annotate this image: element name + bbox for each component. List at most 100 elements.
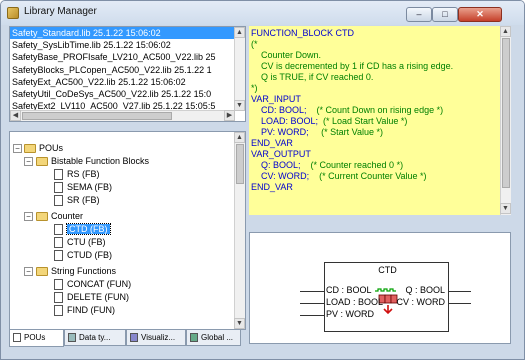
library-list-horizontal-scrollbar[interactable]: ◀ ▶ [10, 110, 235, 121]
scroll-down-icon[interactable]: ▼ [234, 100, 245, 111]
code-line: *) [251, 83, 258, 93]
tree-item[interactable]: SEMA (FB) [54, 181, 112, 194]
scroll-left-icon[interactable]: ◀ [10, 110, 21, 121]
tree-item[interactable]: CTUD (FB) [54, 249, 112, 262]
tree-item[interactable]: DELETE (FUN) [54, 291, 129, 304]
tree-item[interactable]: CONCAT (FUN) [54, 278, 131, 291]
folder-icon [24, 144, 36, 154]
input-pin-label: PV : WORD [326, 309, 375, 319]
declaration-editor[interactable]: FUNCTION_BLOCK CTD (* Counter Down. CV is… [249, 26, 511, 215]
tree-vertical-scrollbar[interactable]: ▲ ▼ [234, 132, 245, 329]
library-item[interactable]: Safety_Standard.lib 25.1.22 15:06:02 [10, 27, 245, 40]
tree-item[interactable]: CTU (FB) [54, 236, 106, 249]
library-item[interactable]: SafetyBase_PROFIsafe_LV210_AC500_V22.lib… [10, 51, 245, 63]
tab-label: Global ... [201, 333, 234, 342]
tree-item-label: RS (FB) [67, 169, 100, 180]
pou-document-icon [54, 279, 63, 291]
title-bar[interactable]: Library Manager – □ ✕ [1, 1, 524, 25]
close-button[interactable]: ✕ [458, 7, 502, 22]
pou-document-icon [54, 292, 63, 304]
tab-data-ty[interactable]: Data ty... [64, 330, 126, 346]
data-type-icon [68, 333, 76, 343]
code-line: FUNCTION_BLOCK CTD [251, 28, 355, 38]
input-wire [300, 303, 324, 304]
library-list-vertical-scrollbar[interactable]: ▲ ▼ [234, 27, 245, 111]
output-wire [449, 291, 471, 292]
library-manager-icon [7, 7, 19, 19]
tab-label: Visualiz... [141, 333, 176, 342]
code-line: Q: BOOL; (* Counter reached 0 *) [251, 160, 404, 170]
tree-item-label: DELETE (FUN) [67, 292, 130, 303]
status-bar [1, 348, 524, 359]
pou-tree[interactable]: POUs − − Bistable Function Blocks RS (FB) SEM… [9, 131, 246, 330]
library-item[interactable]: Safety_SysLibTime.lib 25.1.22 15:06:02 [10, 39, 245, 51]
global-icon [190, 333, 198, 343]
tree-root[interactable]: POUs [24, 142, 63, 155]
tab-global[interactable]: Global ... [186, 330, 241, 346]
tree-item[interactable]: CTD (FB) [54, 223, 111, 236]
code-line: CD: BOOL; (* Count Down on rising edge *… [251, 105, 444, 115]
tree-item-label: CONCAT (FUN) [67, 279, 132, 290]
collapse-icon[interactable]: − [13, 144, 22, 153]
tree-item[interactable]: RS (FB) [54, 168, 100, 181]
scroll-up-icon[interactable]: ▲ [234, 27, 245, 38]
tab-label: Data ty... [79, 333, 111, 342]
object-tabs: POUs Data ty... Visualiz... Global ... [9, 330, 246, 347]
code-line: CV: WORD; (* Current Counter Value *) [251, 171, 427, 181]
function-block-name: CTD [378, 265, 397, 275]
tab-pous[interactable]: POUs [9, 330, 64, 347]
pou-document-icon [54, 250, 63, 262]
scroll-thumb[interactable] [236, 144, 244, 184]
visualization-icon [130, 333, 138, 343]
code-line: Q is TRUE, if CV reached 0. [251, 72, 374, 82]
code-line: END_VAR [251, 138, 293, 148]
scroll-up-icon[interactable]: ▲ [500, 26, 511, 37]
tab-visualiz[interactable]: Visualiz... [126, 330, 186, 346]
library-list[interactable]: Safety_Standard.lib 25.1.22 15:06:02 Safe… [9, 26, 246, 122]
pou-document-icon [54, 224, 63, 236]
tree-item[interactable]: SR (FB) [54, 194, 100, 207]
folder-icon [36, 267, 48, 277]
collapse-icon[interactable]: − [24, 212, 33, 221]
minimize-button[interactable]: – [406, 7, 432, 22]
tree-group[interactable]: Bistable Function Blocks [36, 155, 149, 168]
maximize-button[interactable]: □ [432, 7, 458, 22]
code-line: Counter Down. [251, 50, 322, 60]
code-line: (* [251, 39, 258, 49]
scroll-up-icon[interactable]: ▲ [234, 132, 245, 143]
tab-label: POUs [24, 333, 46, 342]
code-line: LOAD: BOOL; (* Load Start Value *) [251, 116, 408, 126]
tree-group[interactable]: String Functions [36, 265, 116, 278]
declaration-vertical-scrollbar[interactable]: ▲ ▼ [500, 26, 511, 215]
input-pin-label: CD : BOOL [326, 285, 372, 295]
pou-document-icon [54, 169, 63, 181]
scroll-right-icon[interactable]: ▶ [224, 110, 235, 121]
library-manager-window: Library Manager – □ ✕ Safety_Standard.li… [0, 0, 525, 360]
scroll-thumb[interactable] [22, 112, 172, 120]
tree-group-label: Counter [51, 211, 84, 222]
tree-item-label: CTD (FB) [66, 223, 111, 236]
library-item[interactable]: SafetyExt_AC500_V22.lib 25.1.22 15:06:02 [10, 76, 245, 88]
tree-item-label: CTUD (FB) [67, 250, 112, 261]
output-pin-label: Q : BOOL [405, 285, 445, 295]
scroll-down-icon[interactable]: ▼ [500, 203, 511, 214]
input-wire [300, 291, 324, 292]
scroll-thumb[interactable] [502, 38, 510, 188]
pou-icon [13, 333, 21, 343]
window-title: Library Manager [24, 6, 97, 17]
tree-root-label: POUs [39, 143, 64, 154]
input-wire [300, 315, 324, 316]
tree-group-label: String Functions [51, 266, 117, 277]
library-item[interactable]: SafetyBlocks_PLCopen_AC500_V22.lib 25.1.… [10, 64, 245, 76]
tree-group[interactable]: Counter [36, 210, 83, 223]
code-line: PV: WORD; (* Start Value *) [251, 127, 384, 137]
scroll-down-icon[interactable]: ▼ [234, 318, 245, 329]
tree-item-label: FIND (FUN) [67, 305, 115, 316]
library-item[interactable]: SafetyUtil_CoDeSys_AC500_V22.lib 25.1.22… [10, 88, 245, 100]
output-wire [449, 303, 471, 304]
tree-item[interactable]: FIND (FUN) [54, 304, 115, 317]
code-line: CV is decremented by 1 if CD has a risin… [251, 61, 454, 71]
collapse-icon[interactable]: − [24, 267, 33, 276]
function-block-graphic: CTD CD : BOOL LOAD : BOOL PV : WORD Q : BOO… [249, 232, 511, 344]
collapse-icon[interactable]: − [24, 157, 33, 166]
